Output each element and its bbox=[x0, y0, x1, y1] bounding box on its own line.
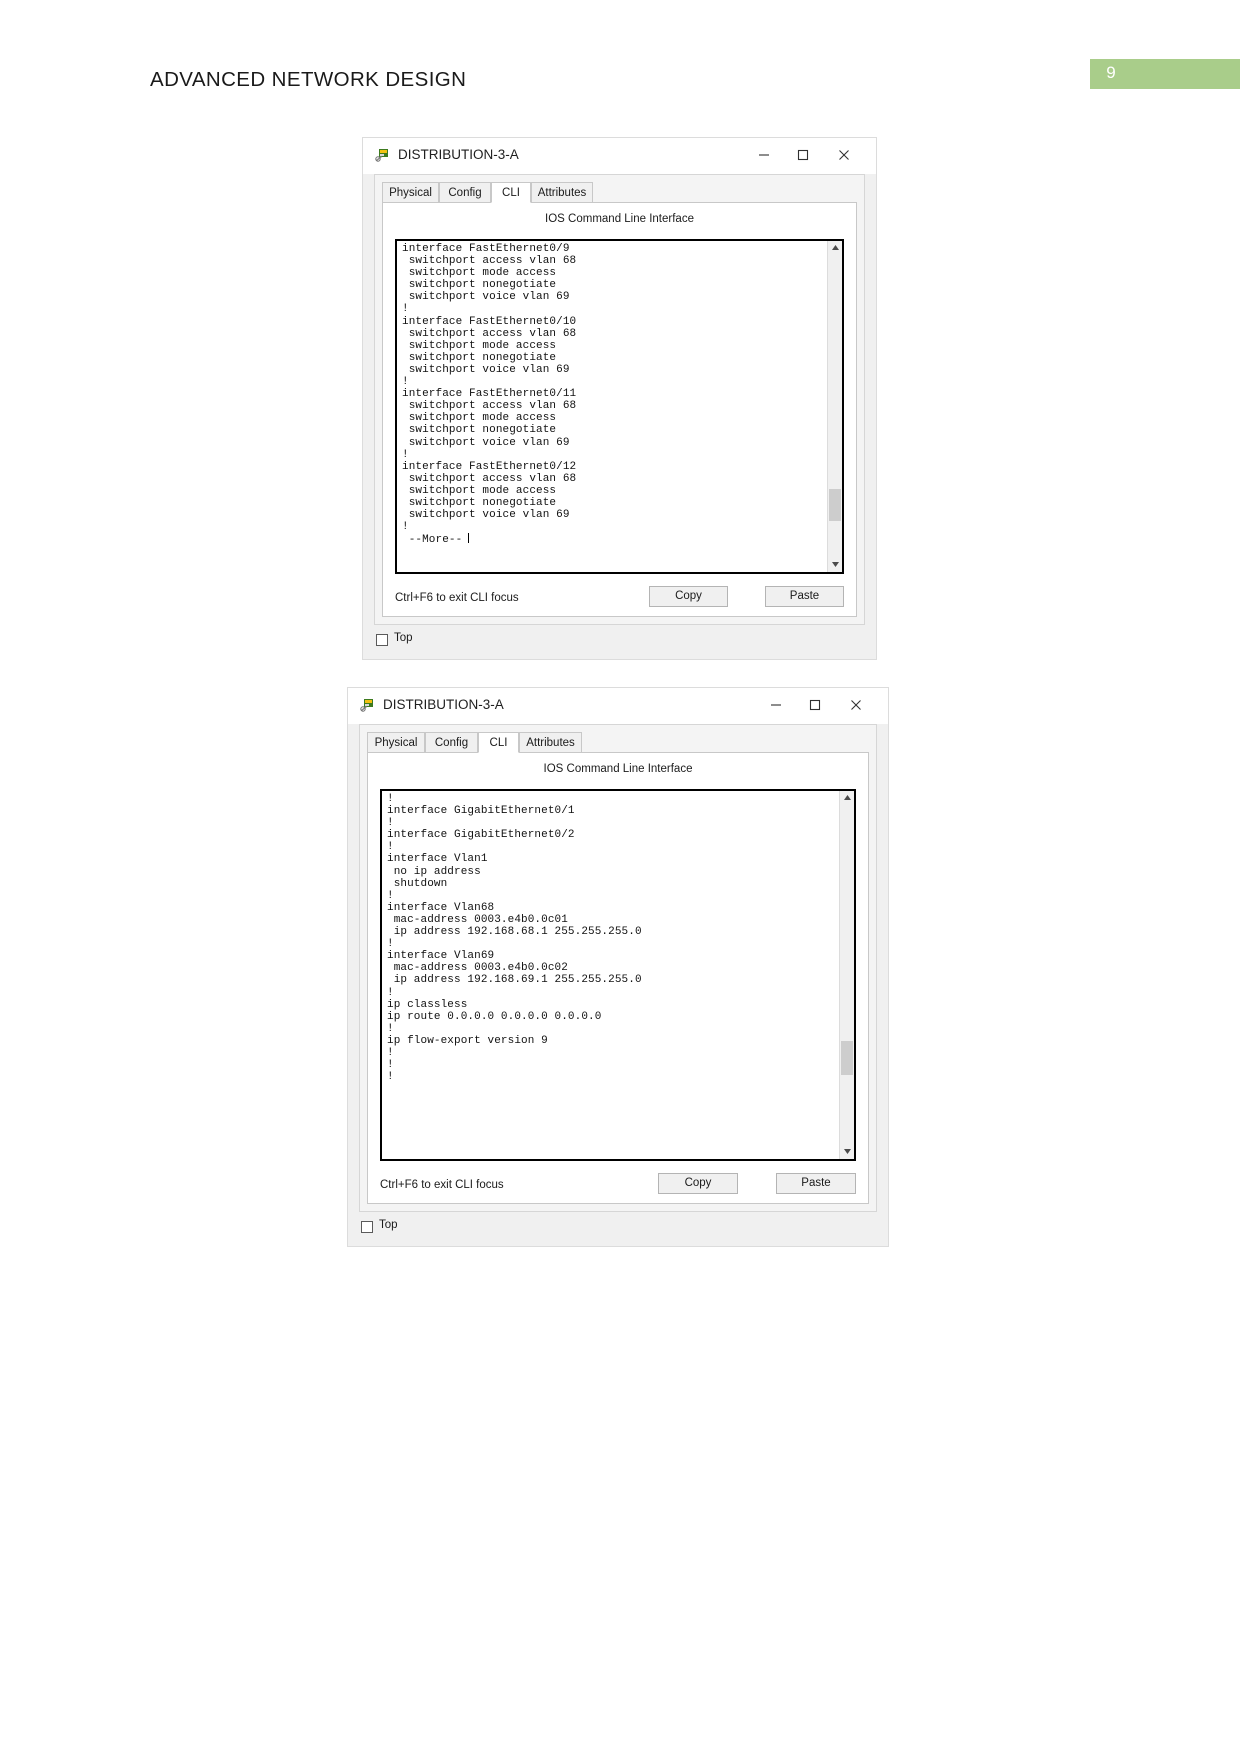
tab-bar: Physical Config CLI Attributes bbox=[382, 182, 864, 203]
tab-config[interactable]: Config bbox=[425, 732, 478, 753]
scroll-up-icon[interactable] bbox=[828, 241, 842, 255]
cli-focus-hint: Ctrl+F6 to exit CLI focus bbox=[395, 592, 519, 604]
cli-console[interactable]: ! interface GigabitEthernet0/1 ! interfa… bbox=[380, 789, 856, 1161]
device-window-distribution-3-a-1[interactable]: DISTRIBUTION-3-A Physical Config CLI Att… bbox=[362, 137, 877, 660]
panel-heading: IOS Command Line Interface bbox=[545, 213, 694, 225]
tab-attributes[interactable]: Attributes bbox=[531, 182, 593, 203]
maximize-icon[interactable] bbox=[801, 692, 829, 718]
cli-console[interactable]: interface FastEthernet0/9 switchport acc… bbox=[395, 239, 844, 574]
maximize-icon[interactable] bbox=[789, 142, 817, 168]
minimize-icon[interactable] bbox=[762, 692, 790, 718]
window-titlebar[interactable]: DISTRIBUTION-3-A bbox=[348, 688, 888, 724]
paste-button[interactable]: Paste bbox=[765, 586, 844, 607]
top-checkbox-label: Top bbox=[394, 632, 413, 644]
panel-heading: IOS Command Line Interface bbox=[543, 763, 693, 775]
top-checkbox[interactable] bbox=[376, 634, 388, 646]
scroll-up-icon[interactable] bbox=[840, 791, 854, 805]
document-header: ADVANCED NETWORK DESIGN 9 bbox=[0, 0, 1241, 110]
tab-config[interactable]: Config bbox=[439, 182, 491, 203]
cli-scrollbar[interactable] bbox=[827, 241, 842, 572]
window-footer: Top bbox=[374, 625, 865, 659]
tab-bar: Physical Config CLI Attributes bbox=[367, 732, 876, 753]
scroll-down-icon[interactable] bbox=[840, 1145, 854, 1159]
packet-tracer-switch-icon bbox=[375, 147, 391, 163]
scroll-thumb[interactable] bbox=[829, 489, 841, 521]
cli-cursor bbox=[468, 533, 470, 544]
window-body: Physical Config CLI Attributes IOS Comma… bbox=[374, 174, 865, 625]
copy-button[interactable]: Copy bbox=[658, 1173, 738, 1194]
tab-physical[interactable]: Physical bbox=[382, 182, 439, 203]
close-icon[interactable] bbox=[842, 692, 870, 718]
page-title: ADVANCED NETWORK DESIGN bbox=[150, 68, 467, 91]
tab-cli[interactable]: CLI bbox=[491, 182, 531, 203]
window-titlebar[interactable]: DISTRIBUTION-3-A bbox=[363, 138, 876, 174]
close-icon[interactable] bbox=[830, 142, 858, 168]
cli-panel: IOS Command Line Interface interface Fas… bbox=[382, 202, 857, 617]
window-title: DISTRIBUTION-3-A bbox=[383, 697, 504, 712]
packet-tracer-switch-icon bbox=[360, 697, 376, 713]
scroll-down-icon[interactable] bbox=[828, 558, 842, 572]
tab-physical[interactable]: Physical bbox=[367, 732, 425, 753]
window-title: DISTRIBUTION-3-A bbox=[398, 147, 519, 162]
window-body: Physical Config CLI Attributes IOS Comma… bbox=[359, 724, 877, 1212]
tab-attributes[interactable]: Attributes bbox=[519, 732, 582, 753]
top-checkbox-label: Top bbox=[379, 1219, 398, 1231]
cli-console-text: ! interface GigabitEthernet0/1 ! interfa… bbox=[387, 793, 642, 1084]
cli-scrollbar[interactable] bbox=[839, 791, 854, 1159]
cli-console-text: interface FastEthernet0/9 switchport acc… bbox=[402, 243, 577, 547]
copy-button[interactable]: Copy bbox=[649, 586, 728, 607]
device-window-distribution-3-a-2[interactable]: DISTRIBUTION-3-A Physical Config CLI Att… bbox=[347, 687, 889, 1247]
minimize-icon[interactable] bbox=[750, 142, 778, 168]
scroll-thumb[interactable] bbox=[841, 1041, 853, 1075]
window-footer: Top bbox=[359, 1212, 877, 1246]
cli-focus-hint: Ctrl+F6 to exit CLI focus bbox=[380, 1179, 504, 1191]
tab-cli[interactable]: CLI bbox=[478, 732, 519, 753]
cli-panel: IOS Command Line Interface ! interface G… bbox=[367, 752, 869, 1204]
page-number: 9 bbox=[1106, 63, 1116, 82]
top-checkbox[interactable] bbox=[361, 1221, 373, 1233]
paste-button[interactable]: Paste bbox=[776, 1173, 856, 1194]
